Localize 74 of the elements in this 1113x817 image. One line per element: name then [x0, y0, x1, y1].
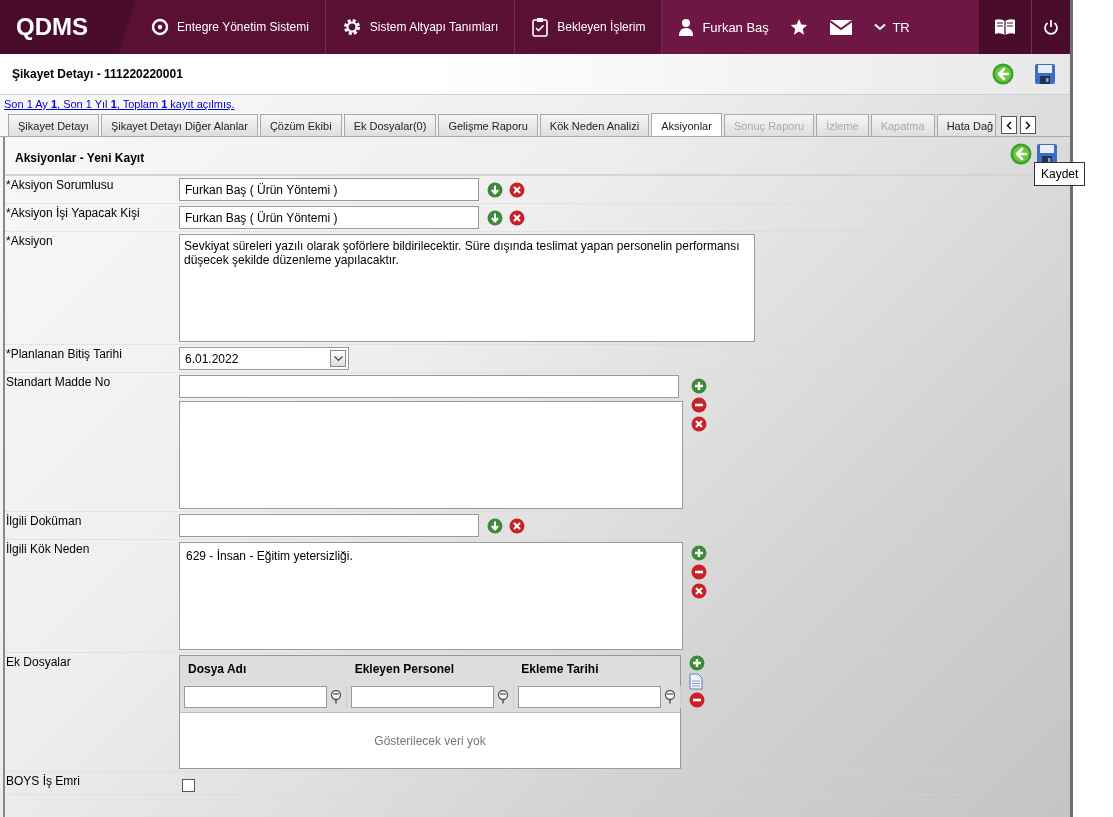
field-label: Ek Dosyalar — [5, 655, 72, 671]
chevron-right-icon — [1025, 120, 1032, 130]
tab[interactable]: Aksiyonlar — [651, 113, 722, 136]
download-icon[interactable] — [487, 209, 503, 226]
field-label: BOYS İş Emri — [5, 774, 81, 790]
remove-icon[interactable] — [691, 397, 707, 413]
empty-message: Gösterilecek veri yok — [374, 733, 486, 748]
scroll-right-button[interactable] — [1020, 116, 1037, 134]
delete-icon[interactable] — [691, 416, 707, 432]
power-icon[interactable] — [1043, 19, 1059, 35]
chevron-down-icon[interactable] — [874, 23, 887, 31]
chevron-down-icon — [333, 355, 343, 362]
star-icon[interactable] — [790, 18, 809, 36]
delete-icon[interactable] — [509, 209, 525, 226]
text-area[interactable]: Sevkiyat süreleri yazılı olarak şoförlere bildirilecektir. Süre dışında teslimat yapan personelin performansı düşecek şekilde düzenleme yapılacaktır. — [179, 234, 755, 342]
column-header[interactable]: Dosya Adı — [180, 662, 347, 676]
field-label: *Aksiyon — [5, 234, 54, 250]
input-field[interactable]: Furkan Baş ( Ürün Yöntemi ) — [179, 178, 479, 201]
download-icon[interactable] — [487, 517, 503, 534]
input-field[interactable] — [179, 514, 479, 537]
column-header[interactable]: Ekleyen Personel — [346, 662, 514, 676]
field-label: Standart Madde No — [5, 375, 112, 391]
nav-link[interactable]: Entegre Yönetim Sistemi — [177, 20, 309, 34]
list-box[interactable]: 629 - İnsan - Eğitim yetersizliği. — [179, 542, 683, 650]
nav-link[interactable]: Bekleyen İşlerim — [557, 20, 646, 34]
document-icon[interactable] — [689, 673, 703, 690]
tab[interactable]: Gelişme Raporu — [438, 114, 538, 136]
tab[interactable]: Hata Dağ — [936, 114, 997, 136]
column-header[interactable]: Ekleme Tarihi — [513, 662, 680, 676]
chevron-left-icon — [1006, 120, 1013, 130]
field-label: *Planlanan Bitiş Tarihi — [5, 347, 123, 363]
delete-icon[interactable] — [691, 583, 707, 599]
remove-icon[interactable] — [691, 564, 707, 580]
list-box[interactable] — [179, 401, 683, 509]
panel-title: Aksiyonlar - Yeni Kayıt — [15, 150, 145, 165]
clipboard-icon — [531, 17, 550, 37]
delete-icon[interactable] — [509, 181, 525, 198]
date-dropdown[interactable]: 6.01.2022 — [179, 347, 349, 370]
filter-field[interactable] — [351, 686, 494, 708]
tab[interactable]: Şikayet Detayı — [8, 114, 99, 136]
tab[interactable]: Kök Neden Analizi — [539, 114, 650, 136]
input-field[interactable] — [179, 375, 679, 398]
nav-link[interactable]: Sistem Altyapı Tanımları — [369, 20, 499, 34]
delete-icon[interactable] — [509, 517, 525, 534]
scroll-left-button[interactable] — [1001, 116, 1018, 134]
field-label: *Aksiyon İşi Yapacak Kişi — [5, 206, 141, 222]
checkbox[interactable] — [182, 779, 195, 792]
settings-icon — [341, 17, 362, 37]
remove-icon[interactable] — [689, 692, 705, 708]
field-label: İlgili Doküman — [5, 514, 83, 530]
user-icon — [678, 18, 695, 36]
filter-field[interactable] — [518, 686, 661, 708]
add-icon[interactable] — [691, 378, 707, 394]
page-title: Şikayet Detayı - 111220220001 — [12, 67, 183, 81]
book-icon[interactable] — [994, 17, 1016, 37]
mail-icon[interactable] — [830, 19, 853, 35]
filter-field[interactable] — [184, 686, 327, 708]
save-icon[interactable] — [1034, 63, 1056, 85]
tooltip: Kaydet — [1034, 162, 1086, 186]
add-icon[interactable] — [689, 655, 705, 671]
user-name[interactable]: Furkan Baş — [702, 19, 769, 35]
input-field[interactable]: Furkan Baş ( Ürün Yöntemi ) — [179, 206, 479, 229]
logo[interactable]: QDMS — [0, 0, 135, 54]
tab[interactable]: Çözüm Ekibi — [259, 114, 342, 136]
language-selector[interactable]: TR — [892, 19, 910, 35]
back-icon[interactable] — [992, 63, 1014, 85]
tab[interactable]: Ek Dosyalar(0) — [343, 114, 437, 136]
save-icon[interactable] — [1036, 142, 1058, 165]
download-icon[interactable] — [487, 181, 503, 198]
field-label: İlgili Kök Neden — [5, 542, 91, 558]
add-icon[interactable] — [691, 545, 707, 561]
record-count-link[interactable]: Son 1 Ay 1, Son 1 Yıl 1, Toplam 1 kayıt açılmış. — [0, 95, 239, 112]
field-label: *Aksiyon Sorumlusu — [5, 178, 115, 194]
tab[interactable]: Şikayet Detayı Diğer Alanlar — [100, 114, 258, 136]
